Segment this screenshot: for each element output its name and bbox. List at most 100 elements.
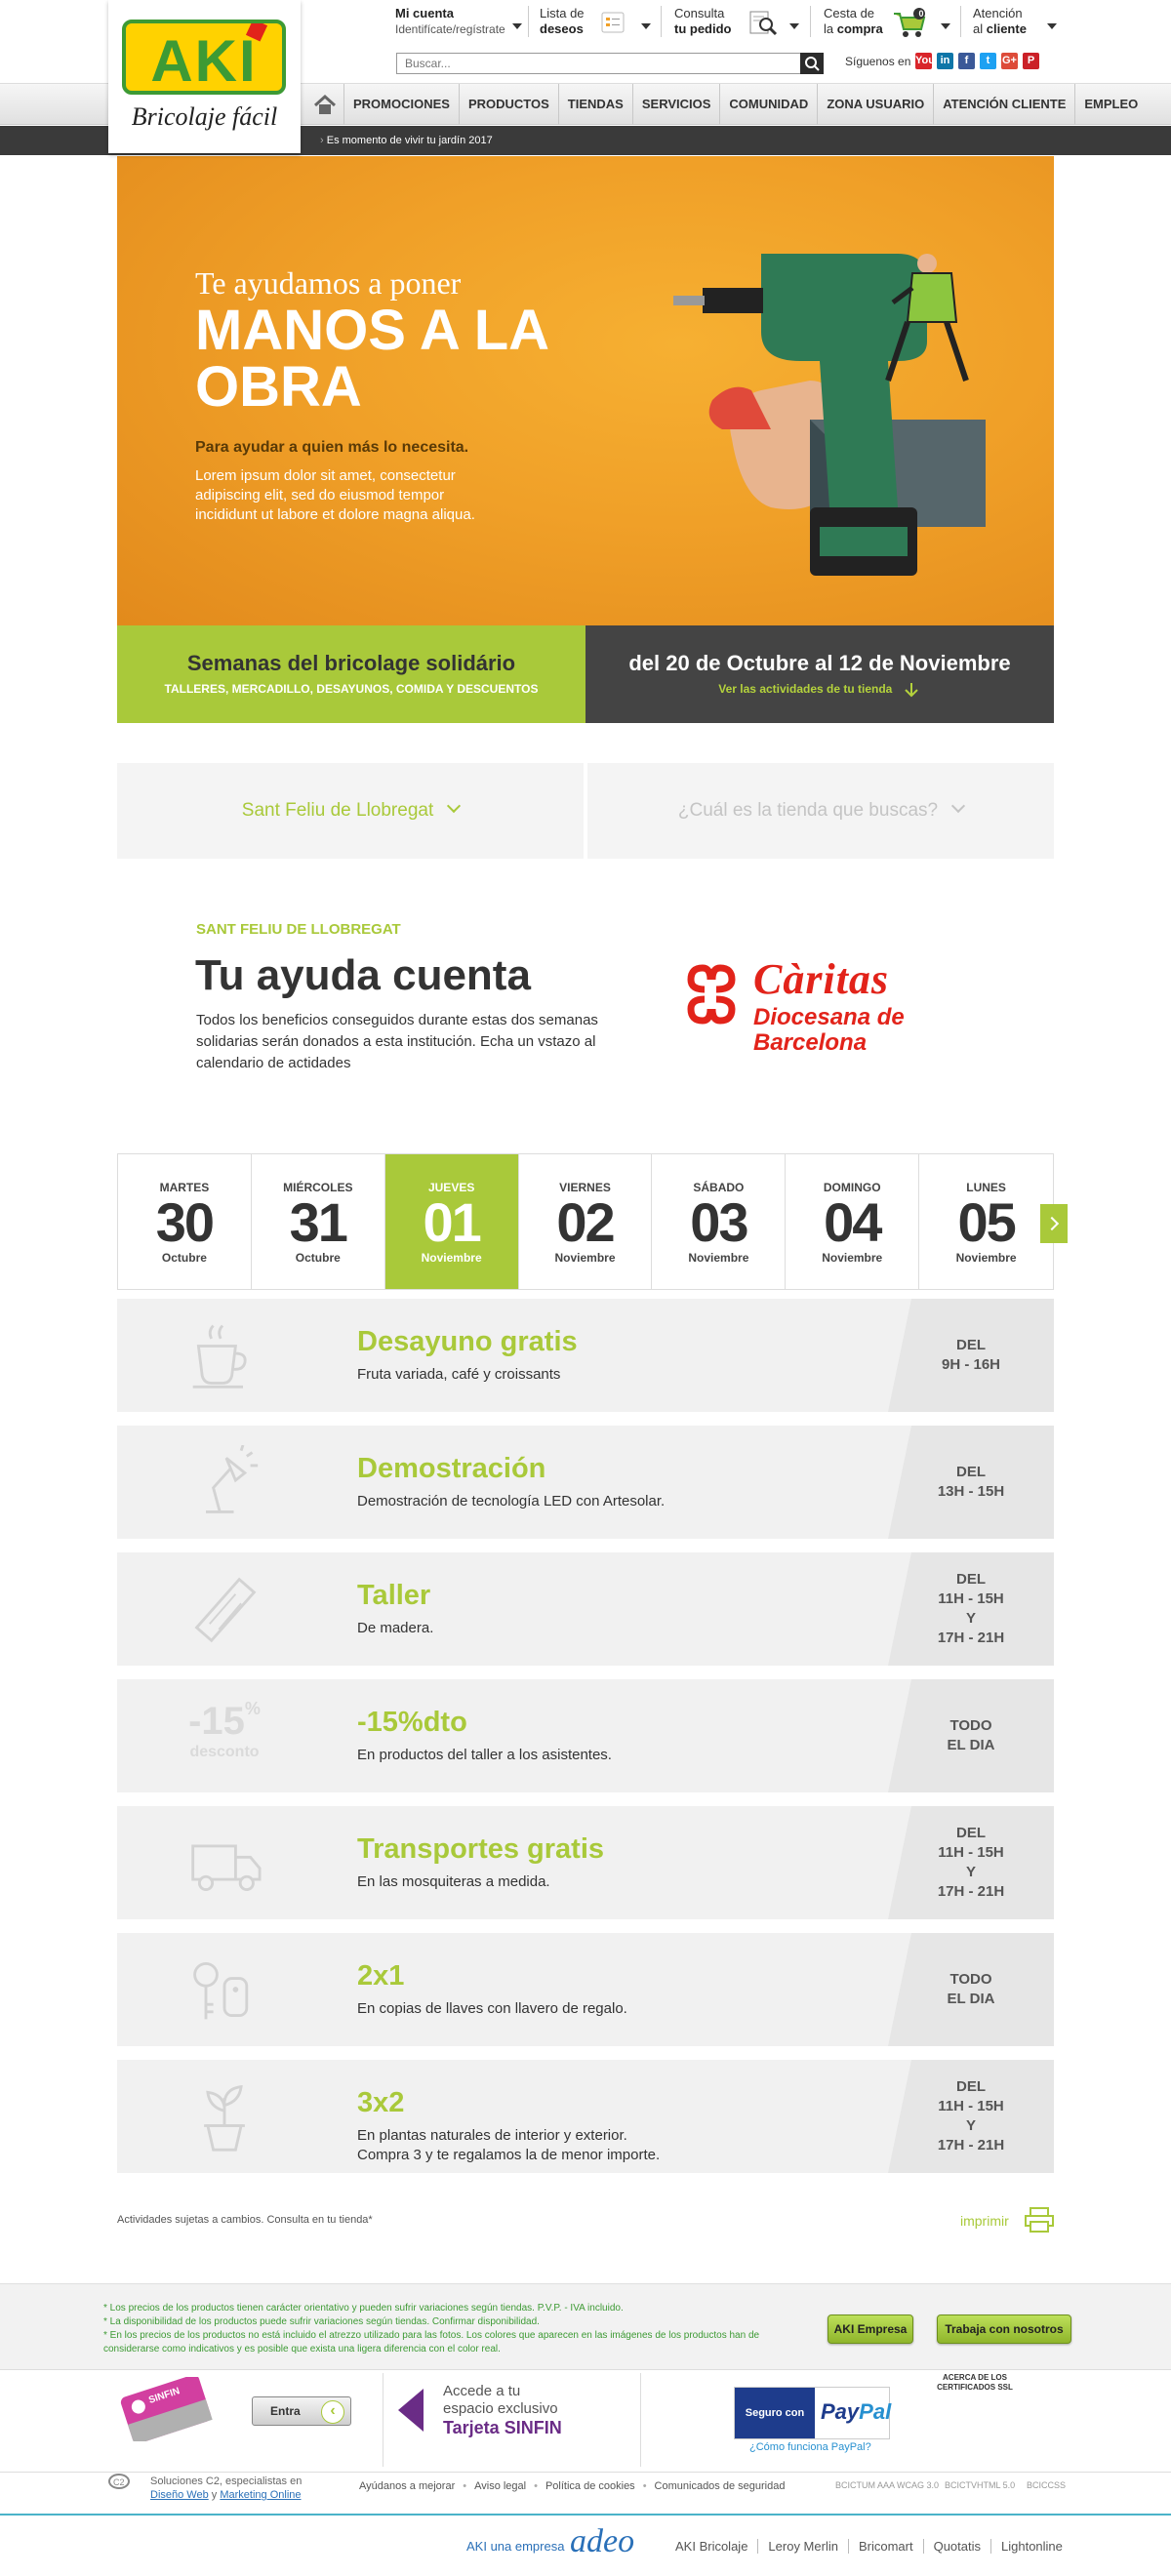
activity-title: Taller xyxy=(357,1580,431,1611)
logo-badge: AKI xyxy=(122,20,286,95)
store-search-selector[interactable]: ¿Cuál es la tienda que buscas? xyxy=(587,763,1054,859)
footer-link[interactable]: Aviso legal xyxy=(474,2480,526,2492)
wishlist-line1: Lista de xyxy=(540,6,585,20)
activity-time: DEL 13H - 15H xyxy=(888,1426,1054,1539)
social-icon-0[interactable]: You xyxy=(915,53,935,69)
nav-item-2[interactable]: TIENDAS xyxy=(557,84,632,125)
footer-link[interactable]: Política de cookies xyxy=(545,2480,635,2492)
trabaja-con-nosotros-button[interactable]: Trabaja con nosotros xyxy=(937,2314,1071,2344)
order-search-icon xyxy=(749,11,778,36)
brand-link[interactable]: Quotatis xyxy=(922,2539,990,2554)
day-tab[interactable]: JUEVES 01 Noviembre xyxy=(384,1154,519,1289)
day-tab[interactable]: MIÉRCOLES 31 Octubre xyxy=(251,1154,385,1289)
nav-item-6[interactable]: ATENCIÓN CLIENTE xyxy=(933,84,1074,125)
activity-card: Demostración Demostración de tecnología L… xyxy=(117,1426,1054,1539)
sinfin-title[interactable]: Tarjeta SINFIN xyxy=(443,2418,562,2438)
aki-logo[interactable]: AKI Bricolaje fácil xyxy=(108,0,301,153)
day-tab[interactable]: DOMINGO 04 Noviembre xyxy=(786,1154,920,1289)
sinfin-text[interactable]: Accede a tu espacio exclusivo xyxy=(443,2383,558,2418)
activity-time-line: TODO xyxy=(949,1971,992,1988)
order-status-menu[interactable]: Consulta tu pedido xyxy=(674,6,799,37)
sinfin-entra-button[interactable]: Entra xyxy=(252,2396,351,2426)
home-button[interactable] xyxy=(308,84,342,125)
footer-links: Ayúdanos a mejorar • Aviso legal • Política … xyxy=(359,2480,785,2492)
hero-band-left: Semanas del bricolage solidário TALLERES… xyxy=(117,625,586,723)
order-line1: Consulta xyxy=(674,6,725,20)
social-icon-1[interactable]: in xyxy=(937,53,953,69)
store-selector-current[interactable]: Sant Feliu de Llobregat xyxy=(117,763,584,859)
follow-label: Síguenos en xyxy=(845,55,911,68)
brand-link[interactable]: AKI Bricolaje xyxy=(675,2539,757,2554)
customer-service-menu[interactable]: Atención al cliente xyxy=(973,6,1057,37)
caritas-name: Càritas xyxy=(753,955,890,1003)
day-number: 31 xyxy=(289,1191,348,1253)
social-icon-4[interactable]: G+ xyxy=(1001,53,1018,69)
day-month: Noviembre xyxy=(554,1251,616,1265)
separator: • xyxy=(534,2480,538,2492)
accessibility-badge[interactable]: BCICTVHTML 5.0 xyxy=(945,2480,1015,2490)
paypal-a: Pay xyxy=(821,2399,860,2424)
separator: • xyxy=(463,2480,467,2492)
search-button[interactable] xyxy=(800,53,824,74)
arrow-down-icon xyxy=(904,683,918,698)
store-activities-link-label: Ver las actividades de tu tienda xyxy=(718,682,893,697)
paypal-badge[interactable]: Seguro con PayPal xyxy=(734,2387,891,2439)
day-tab[interactable]: SÁBADO 03 Noviembre xyxy=(652,1154,787,1289)
activity-desc: En las mosquiteras a medida. xyxy=(357,1873,550,1890)
printer-icon[interactable] xyxy=(1025,2207,1054,2233)
sinfin-arrow-icon xyxy=(398,2389,424,2432)
next-days-button[interactable] xyxy=(1040,1204,1068,1243)
nav-item-1[interactable]: PRODUCTOS xyxy=(458,84,558,125)
adeo-logo[interactable]: adeo xyxy=(570,2523,634,2560)
accessibility-badge[interactable]: BCICCSS xyxy=(1027,2480,1066,2490)
search-input[interactable] xyxy=(397,54,799,73)
nav-item-0[interactable]: PROMOCIONES xyxy=(343,84,459,125)
cart-line2b: compra xyxy=(836,21,883,36)
footer-link[interactable]: Ayúdanos a mejorar xyxy=(359,2480,455,2492)
nav-item-3[interactable]: SERVICIOS xyxy=(631,84,720,125)
brand-link[interactable]: Bricomart xyxy=(847,2539,923,2554)
aki-empresa-button[interactable]: AKI Empresa xyxy=(828,2314,913,2344)
activity-card: Desayuno gratis Fruta variada, café y cro… xyxy=(117,1299,1054,1412)
brand-link[interactable]: Leroy Merlin xyxy=(757,2539,848,2554)
nav-item-7[interactable]: EMPLEO xyxy=(1074,84,1147,125)
social-icon-2[interactable]: f xyxy=(958,53,975,69)
day-tab[interactable]: LUNES 05 Noviembre xyxy=(919,1154,1054,1289)
divider xyxy=(810,6,811,37)
accessibility-badge[interactable]: BCICTUM AAA WCAG 3.0 xyxy=(835,2480,939,2490)
print-link[interactable]: imprimir xyxy=(960,2213,1009,2229)
paypal-how-link[interactable]: ¿Cómo funciona PayPal? xyxy=(749,2441,871,2453)
activity-desc: Fruta variada, café y croissants xyxy=(357,1366,561,1383)
page: Mi cuenta Identifícate/regístrate Lista … xyxy=(0,0,1171,2576)
wishlist-menu[interactable]: Lista de deseos xyxy=(540,6,651,37)
breadcrumb[interactable]: Es momento de vivir tu jardín 2017 xyxy=(320,126,493,155)
paypal-left: Seguro con xyxy=(735,2388,815,2438)
my-account-menu[interactable]: Mi cuenta Identifícate/regístrate xyxy=(395,6,522,37)
activity-time-line: 11H - 15H xyxy=(938,1844,1004,1861)
activity-time: DEL 11H - 15H Y 17H - 21H xyxy=(888,1806,1054,1919)
brand-link[interactable]: Lightonline xyxy=(990,2539,1072,2554)
social-icon-3[interactable]: t xyxy=(980,53,996,69)
store-activities-link[interactable]: Ver las actividades de tu tienda xyxy=(586,682,1054,698)
day-number: 03 xyxy=(690,1191,748,1253)
divider xyxy=(661,6,662,37)
activity-time-line: DEL xyxy=(956,1571,986,1588)
hero-body: Lorem ipsum dolor sit amet, consectetur … xyxy=(195,467,475,523)
ssl-certificates-link[interactable]: ACERCA DE LOS CERTIFICADOS SSL xyxy=(921,2373,1029,2393)
cart-menu[interactable]: Cesta de la compra 0 xyxy=(824,6,950,37)
activity-desc: En plantas naturales de interior y exter… xyxy=(357,2127,661,2163)
c2-web-link[interactable]: Diseño Web xyxy=(150,2489,209,2501)
social-icon-5[interactable]: P xyxy=(1023,53,1039,69)
nav-item-5[interactable]: ZONA USUARIO xyxy=(817,84,933,125)
c2-marketing-link[interactable]: Marketing Online xyxy=(220,2489,301,2501)
nav-item-4[interactable]: COMUNIDAD xyxy=(719,84,817,125)
day-tab[interactable]: VIERNES 02 Noviembre xyxy=(518,1154,653,1289)
caritas-logo: Càritas Diocesana de Barcelona xyxy=(677,955,980,1064)
support-line2a: al xyxy=(973,21,987,36)
store-selected-label: Sant Feliu de Llobregat xyxy=(241,800,434,821)
divider xyxy=(383,2373,384,2467)
support-line2b: cliente xyxy=(986,21,1027,36)
footer-link[interactable]: Comunicados de seguridad xyxy=(655,2480,786,2492)
day-tab[interactable]: MARTES 30 Octubre xyxy=(118,1154,252,1289)
activity-time-line: 13H - 15H xyxy=(937,1483,1005,1500)
